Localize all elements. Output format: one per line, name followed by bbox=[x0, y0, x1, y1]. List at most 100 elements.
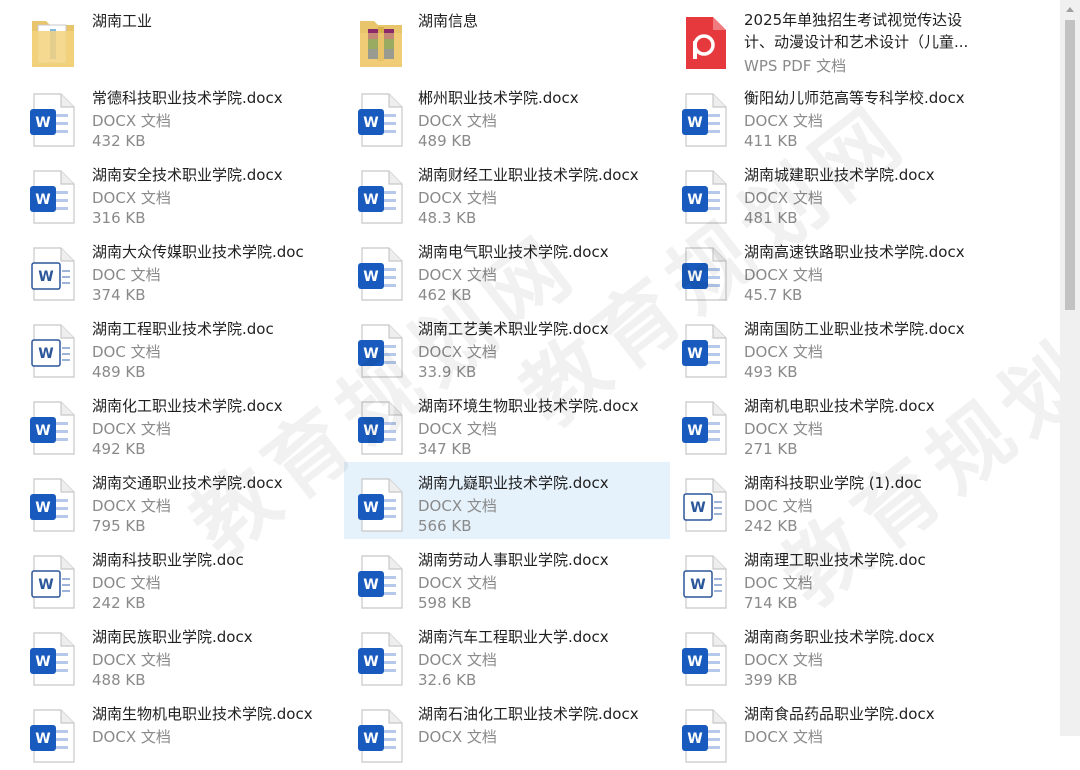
file-size: 347 KB bbox=[418, 440, 472, 458]
file-name: 湖南国防工业职业技术学院.docx bbox=[744, 320, 965, 338]
svg-text:W: W bbox=[363, 654, 378, 670]
file-size: 399 KB bbox=[744, 671, 798, 689]
file-name: 湖南交通职业技术学院.docx bbox=[92, 474, 283, 492]
file-item[interactable]: W 郴州职业技术学院.docx DOCX 文档 489 KB bbox=[344, 77, 670, 154]
svg-text:W: W bbox=[687, 654, 702, 670]
file-grid: 湖南工业 湖南信息 2025年单独招生考试视觉传达设计、动漫设计和艺术设计（儿童… bbox=[0, 0, 1060, 763]
file-type: DOCX 文档 bbox=[418, 112, 497, 130]
file-name: 湖南机电职业技术学院.docx bbox=[744, 397, 935, 415]
file-type: DOC 文档 bbox=[744, 497, 813, 515]
word-docx-icon: W bbox=[356, 554, 406, 610]
word-doc-icon: W bbox=[28, 554, 78, 610]
word-docx-icon: W bbox=[680, 631, 730, 687]
file-item[interactable]: W 湖南科技职业学院 (1).doc DOC 文档 242 KB bbox=[670, 462, 996, 539]
word-doc-icon: W bbox=[28, 246, 78, 302]
file-item[interactable]: W 湖南食品药品职业学院.docx DOCX 文档 bbox=[670, 693, 996, 770]
file-item[interactable]: 湖南工业 bbox=[0, 0, 326, 77]
scroll-thumb[interactable] bbox=[1065, 20, 1075, 310]
file-type: DOCX 文档 bbox=[92, 189, 171, 207]
file-item[interactable]: W 湖南汽车工程职业大学.docx DOCX 文档 32.6 KB bbox=[344, 616, 670, 693]
file-item[interactable]: 湖南信息 bbox=[344, 0, 670, 77]
file-size: 489 KB bbox=[418, 132, 472, 150]
svg-text:W: W bbox=[690, 500, 705, 516]
file-item[interactable]: W 湖南电气职业技术学院.docx DOCX 文档 462 KB bbox=[344, 231, 670, 308]
word-docx-icon: W bbox=[356, 92, 406, 148]
file-item[interactable]: W 湖南安全技术职业学院.docx DOCX 文档 316 KB bbox=[0, 154, 326, 231]
file-type: DOC 文档 bbox=[92, 266, 161, 284]
word-docx-icon: W bbox=[680, 246, 730, 302]
word-docx-icon: W bbox=[680, 169, 730, 225]
word-docx-icon: W bbox=[356, 400, 406, 456]
file-name: 湖南大众传媒职业技术学院.doc bbox=[92, 243, 304, 261]
file-item[interactable]: W 湖南城建职业技术学院.docx DOCX 文档 481 KB bbox=[670, 154, 996, 231]
svg-text:W: W bbox=[35, 423, 50, 439]
svg-text:W: W bbox=[363, 500, 378, 516]
word-docx-icon: W bbox=[356, 708, 406, 764]
file-name: 2025年单独招生考试视觉传达设计、动漫设计和艺术设计（儿童... bbox=[744, 11, 969, 51]
file-name: 湖南工艺美术职业学院.docx bbox=[418, 320, 609, 338]
file-item[interactable]: W 湖南机电职业技术学院.docx DOCX 文档 271 KB bbox=[670, 385, 996, 462]
scroll-up-arrow-icon[interactable] bbox=[1060, 0, 1080, 20]
file-size: 374 KB bbox=[92, 286, 146, 304]
word-doc-icon: W bbox=[680, 477, 730, 533]
file-item[interactable]: W 湖南生物机电职业技术学院.docx DOCX 文档 bbox=[0, 693, 326, 770]
svg-text:W: W bbox=[363, 192, 378, 208]
file-size: 242 KB bbox=[744, 517, 798, 535]
file-item[interactable]: W 湖南商务职业技术学院.docx DOCX 文档 399 KB bbox=[670, 616, 996, 693]
file-item[interactable]: W 湖南化工职业技术学院.docx DOCX 文档 492 KB bbox=[0, 385, 326, 462]
file-name: 湖南劳动人事职业学院.docx bbox=[418, 551, 609, 569]
word-docx-icon: W bbox=[28, 477, 78, 533]
word-docx-icon: W bbox=[680, 400, 730, 456]
file-size: 489 KB bbox=[92, 363, 146, 381]
file-name: 湖南城建职业技术学院.docx bbox=[744, 166, 935, 184]
file-size: 242 KB bbox=[92, 594, 146, 612]
file-item[interactable]: W 湖南科技职业学院.doc DOC 文档 242 KB bbox=[0, 539, 326, 616]
word-docx-icon: W bbox=[28, 400, 78, 456]
file-item[interactable]: W 湖南民族职业学院.docx DOCX 文档 488 KB bbox=[0, 616, 326, 693]
word-docx-icon: W bbox=[28, 708, 78, 764]
file-size: 714 KB bbox=[744, 594, 798, 612]
svg-text:W: W bbox=[38, 577, 53, 593]
file-type: DOCX 文档 bbox=[418, 266, 497, 284]
svg-text:W: W bbox=[687, 423, 702, 439]
file-size: 32.6 KB bbox=[418, 671, 477, 689]
file-item[interactable]: W 湖南九嶷职业技术学院.docx DOCX 文档 566 KB bbox=[344, 462, 670, 539]
file-item[interactable]: W 湖南工艺美术职业学院.docx DOCX 文档 33.9 KB bbox=[344, 308, 670, 385]
file-item[interactable]: W 湖南大众传媒职业技术学院.doc DOC 文档 374 KB bbox=[0, 231, 326, 308]
svg-text:W: W bbox=[687, 731, 702, 747]
file-name: 湖南财经工业职业技术学院.docx bbox=[418, 166, 639, 184]
file-name: 湖南石油化工职业技术学院.docx bbox=[418, 705, 639, 723]
svg-text:W: W bbox=[363, 269, 378, 285]
file-size: 432 KB bbox=[92, 132, 146, 150]
file-item[interactable]: W 湖南石油化工职业技术学院.docx DOCX 文档 bbox=[344, 693, 670, 770]
file-item[interactable]: 2025年单独招生考试视觉传达设计、动漫设计和艺术设计（儿童... WPS PDF… bbox=[670, 0, 996, 77]
file-type: DOCX 文档 bbox=[92, 420, 171, 438]
file-item[interactable]: W 湖南理工职业技术学院.doc DOC 文档 714 KB bbox=[670, 539, 996, 616]
svg-text:W: W bbox=[687, 269, 702, 285]
file-type: DOCX 文档 bbox=[418, 420, 497, 438]
file-name: 湖南生物机电职业技术学院.docx bbox=[92, 705, 313, 723]
file-item[interactable]: W 湖南高速铁路职业技术学院.docx DOCX 文档 45.7 KB bbox=[670, 231, 996, 308]
vertical-scrollbar[interactable] bbox=[1060, 0, 1080, 736]
file-item[interactable]: W 湖南环境生物职业技术学院.docx DOCX 文档 347 KB bbox=[344, 385, 670, 462]
file-type: DOCX 文档 bbox=[418, 651, 497, 669]
file-item[interactable]: W 湖南财经工业职业技术学院.docx DOCX 文档 48.3 KB bbox=[344, 154, 670, 231]
file-item[interactable]: W 衡阳幼儿师范高等专科学校.docx DOCX 文档 411 KB bbox=[670, 77, 996, 154]
file-type: DOCX 文档 bbox=[418, 497, 497, 515]
file-item[interactable]: W 湖南劳动人事职业学院.docx DOCX 文档 598 KB bbox=[344, 539, 670, 616]
file-item[interactable]: W 湖南国防工业职业技术学院.docx DOCX 文档 493 KB bbox=[670, 308, 996, 385]
file-item[interactable]: W 湖南工程职业技术学院.doc DOC 文档 489 KB bbox=[0, 308, 326, 385]
word-docx-icon: W bbox=[28, 631, 78, 687]
file-type: DOCX 文档 bbox=[744, 266, 823, 284]
file-type: DOCX 文档 bbox=[92, 497, 171, 515]
file-name: 湖南信息 bbox=[418, 12, 479, 30]
file-type: DOCX 文档 bbox=[418, 728, 497, 746]
word-docx-icon: W bbox=[28, 92, 78, 148]
svg-text:W: W bbox=[687, 192, 702, 208]
file-item[interactable]: W 湖南交通职业技术学院.docx DOCX 文档 795 KB bbox=[0, 462, 326, 539]
file-item[interactable]: W 常德科技职业技术学院.docx DOCX 文档 432 KB bbox=[0, 77, 326, 154]
file-type: DOC 文档 bbox=[92, 574, 161, 592]
file-name: 湖南民族职业学院.docx bbox=[92, 628, 253, 646]
file-type: DOC 文档 bbox=[92, 343, 161, 361]
file-name: 郴州职业技术学院.docx bbox=[418, 89, 579, 107]
